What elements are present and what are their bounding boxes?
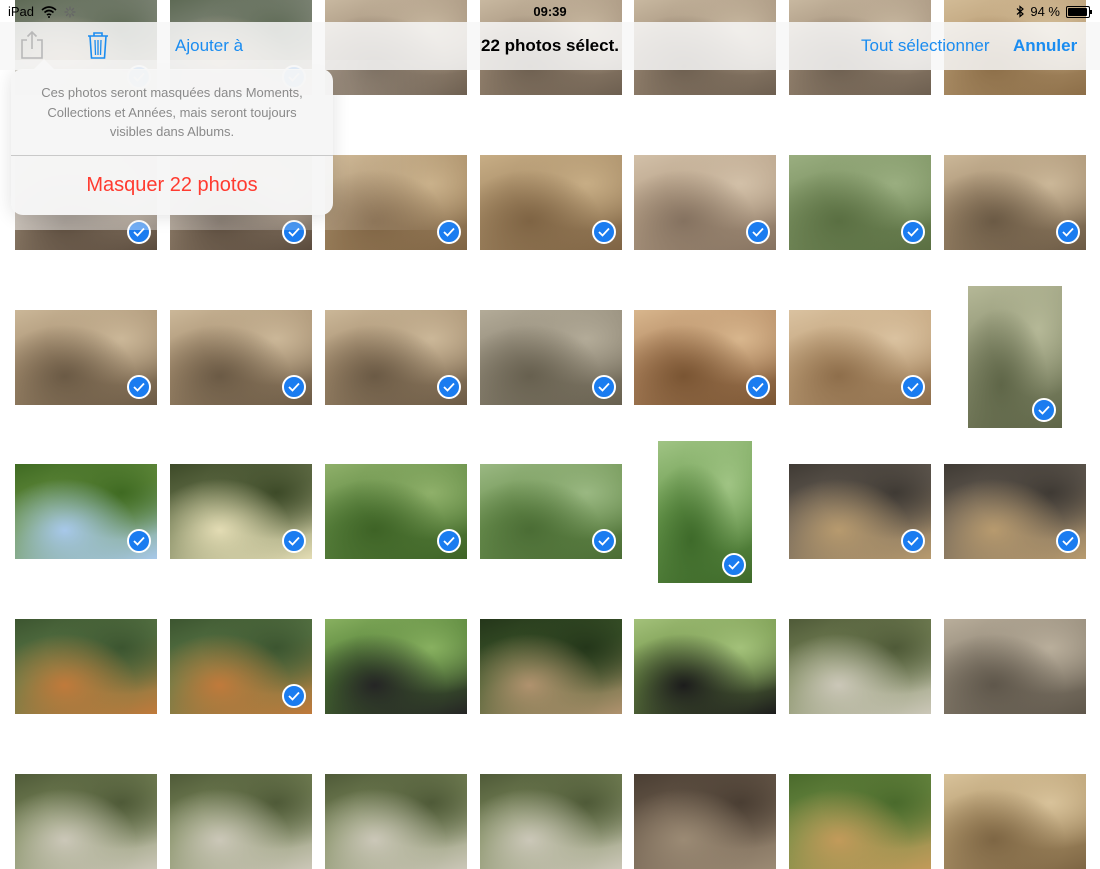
checkmark-icon xyxy=(437,529,461,553)
photo-thumbnail[interactable] xyxy=(325,774,467,869)
checkmark-icon xyxy=(592,220,616,244)
photo-thumbnail[interactable] xyxy=(789,310,931,405)
photo-thumbnail[interactable] xyxy=(658,441,752,583)
checkmark-icon xyxy=(901,220,925,244)
photo-thumbnail[interactable] xyxy=(480,619,622,714)
checkmark-icon xyxy=(746,375,770,399)
status-bar: iPad 09:39 94 % xyxy=(0,0,1100,22)
photo-thumbnail[interactable] xyxy=(634,774,776,869)
selection-toolbar: Ajouter à 22 photos sélect. Tout sélecti… xyxy=(0,22,1100,70)
photo-thumbnail[interactable] xyxy=(480,310,622,405)
photo-thumbnail[interactable] xyxy=(480,464,622,559)
photo-thumbnail[interactable] xyxy=(944,464,1086,559)
checkmark-icon xyxy=(722,553,746,577)
hide-photos-popover: Ces photos seront masquées dans Moments,… xyxy=(11,59,333,215)
photo-thumbnail[interactable] xyxy=(944,619,1086,714)
checkmark-icon xyxy=(901,375,925,399)
checkmark-icon xyxy=(282,684,306,708)
photo-thumbnail[interactable] xyxy=(170,310,312,405)
photo-thumbnail[interactable] xyxy=(789,774,931,869)
photo-thumbnail[interactable] xyxy=(15,619,157,714)
checkmark-icon xyxy=(127,220,151,244)
photo-thumbnail[interactable] xyxy=(789,619,931,714)
photo-thumbnail[interactable] xyxy=(944,774,1086,869)
photo-thumbnail[interactable] xyxy=(634,619,776,714)
photo-thumbnail[interactable] xyxy=(170,619,312,714)
hide-photos-button[interactable]: Masquer 22 photos xyxy=(11,155,333,215)
popover-message: Ces photos seront masquées dans Moments,… xyxy=(41,85,303,139)
select-all-button[interactable]: Tout sélectionner xyxy=(861,36,990,56)
checkmark-icon xyxy=(282,220,306,244)
checkmark-icon xyxy=(127,375,151,399)
checkmark-icon xyxy=(746,220,770,244)
photo-thumbnail[interactable] xyxy=(944,155,1086,250)
photo-thumbnail[interactable] xyxy=(15,310,157,405)
photo-thumbnail[interactable] xyxy=(634,310,776,405)
checkmark-icon xyxy=(282,529,306,553)
checkmark-icon xyxy=(437,220,461,244)
checkmark-icon xyxy=(901,529,925,553)
checkmark-icon xyxy=(437,375,461,399)
bluetooth-icon xyxy=(1016,5,1025,18)
checkmark-icon xyxy=(592,529,616,553)
photo-thumbnail[interactable] xyxy=(170,464,312,559)
checkmark-icon xyxy=(1056,529,1080,553)
checkmark-icon xyxy=(1056,220,1080,244)
battery-percent: 94 % xyxy=(1030,4,1060,19)
photo-thumbnail[interactable] xyxy=(789,464,931,559)
checkmark-icon xyxy=(127,529,151,553)
photo-thumbnail[interactable] xyxy=(325,619,467,714)
photo-thumbnail[interactable] xyxy=(15,774,157,869)
photo-thumbnail[interactable] xyxy=(480,774,622,869)
photo-thumbnail[interactable] xyxy=(634,155,776,250)
checkmark-icon xyxy=(282,375,306,399)
photo-thumbnail[interactable] xyxy=(15,464,157,559)
checkmark-icon xyxy=(592,375,616,399)
photo-thumbnail[interactable] xyxy=(480,155,622,250)
photo-thumbnail[interactable] xyxy=(325,464,467,559)
photo-thumbnail[interactable] xyxy=(789,155,931,250)
photo-thumbnail[interactable] xyxy=(968,286,1062,428)
photo-thumbnail[interactable] xyxy=(325,310,467,405)
photo-thumbnail[interactable] xyxy=(325,155,467,250)
battery-icon xyxy=(1066,5,1092,18)
photo-thumbnail[interactable] xyxy=(170,774,312,869)
checkmark-icon xyxy=(1032,398,1056,422)
cancel-button[interactable]: Annuler xyxy=(1013,36,1077,56)
clock: 09:39 xyxy=(533,4,567,19)
